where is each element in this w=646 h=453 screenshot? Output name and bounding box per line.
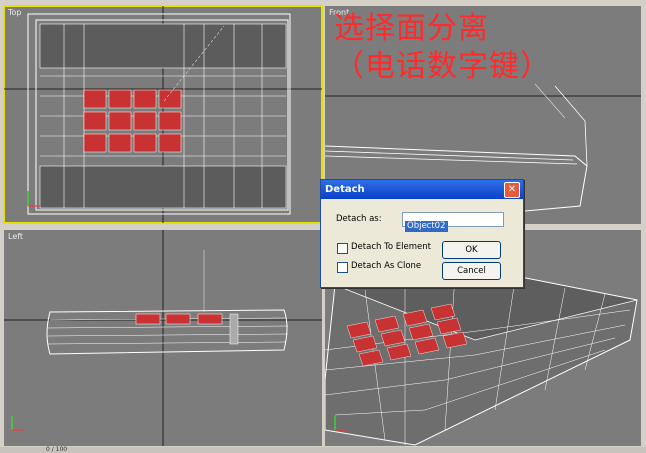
status-bar <box>0 447 646 453</box>
viewport-label-top[interactable]: Top <box>8 8 22 17</box>
close-icon[interactable]: ✕ <box>504 182 520 198</box>
top-wireframe <box>4 6 322 223</box>
viewport-left[interactable]: Left <box>4 230 322 446</box>
cancel-button[interactable]: Cancel <box>442 262 501 280</box>
ok-button[interactable]: OK <box>442 241 501 259</box>
annotation-subtitle: （电话数字键） <box>334 49 551 84</box>
dialog-titlebar[interactable]: Detach ✕ <box>321 180 523 199</box>
status-text: 0 / 100 <box>46 446 68 453</box>
detach-as-label: Detach as: <box>336 214 382 224</box>
detach-as-input[interactable]: Object02 <box>402 212 504 232</box>
detach-as-clone-checkbox[interactable] <box>337 262 348 273</box>
annotation-title: 选择面分离 <box>334 11 489 46</box>
detach-to-element-label[interactable]: Detach To Element <box>351 242 431 252</box>
dialog-title: Detach <box>325 184 365 195</box>
detach-to-element-checkbox[interactable] <box>337 243 348 254</box>
detach-dialog: Detach ✕ Detach as: Object02 Detach To E… <box>320 179 524 288</box>
viewport-label-left[interactable]: Left <box>8 232 23 241</box>
viewport-top[interactable]: Top <box>3 5 323 224</box>
detach-as-value: Object02 <box>405 221 448 232</box>
detach-as-clone-label[interactable]: Detach As Clone <box>351 261 421 271</box>
left-wireframe <box>4 230 322 446</box>
